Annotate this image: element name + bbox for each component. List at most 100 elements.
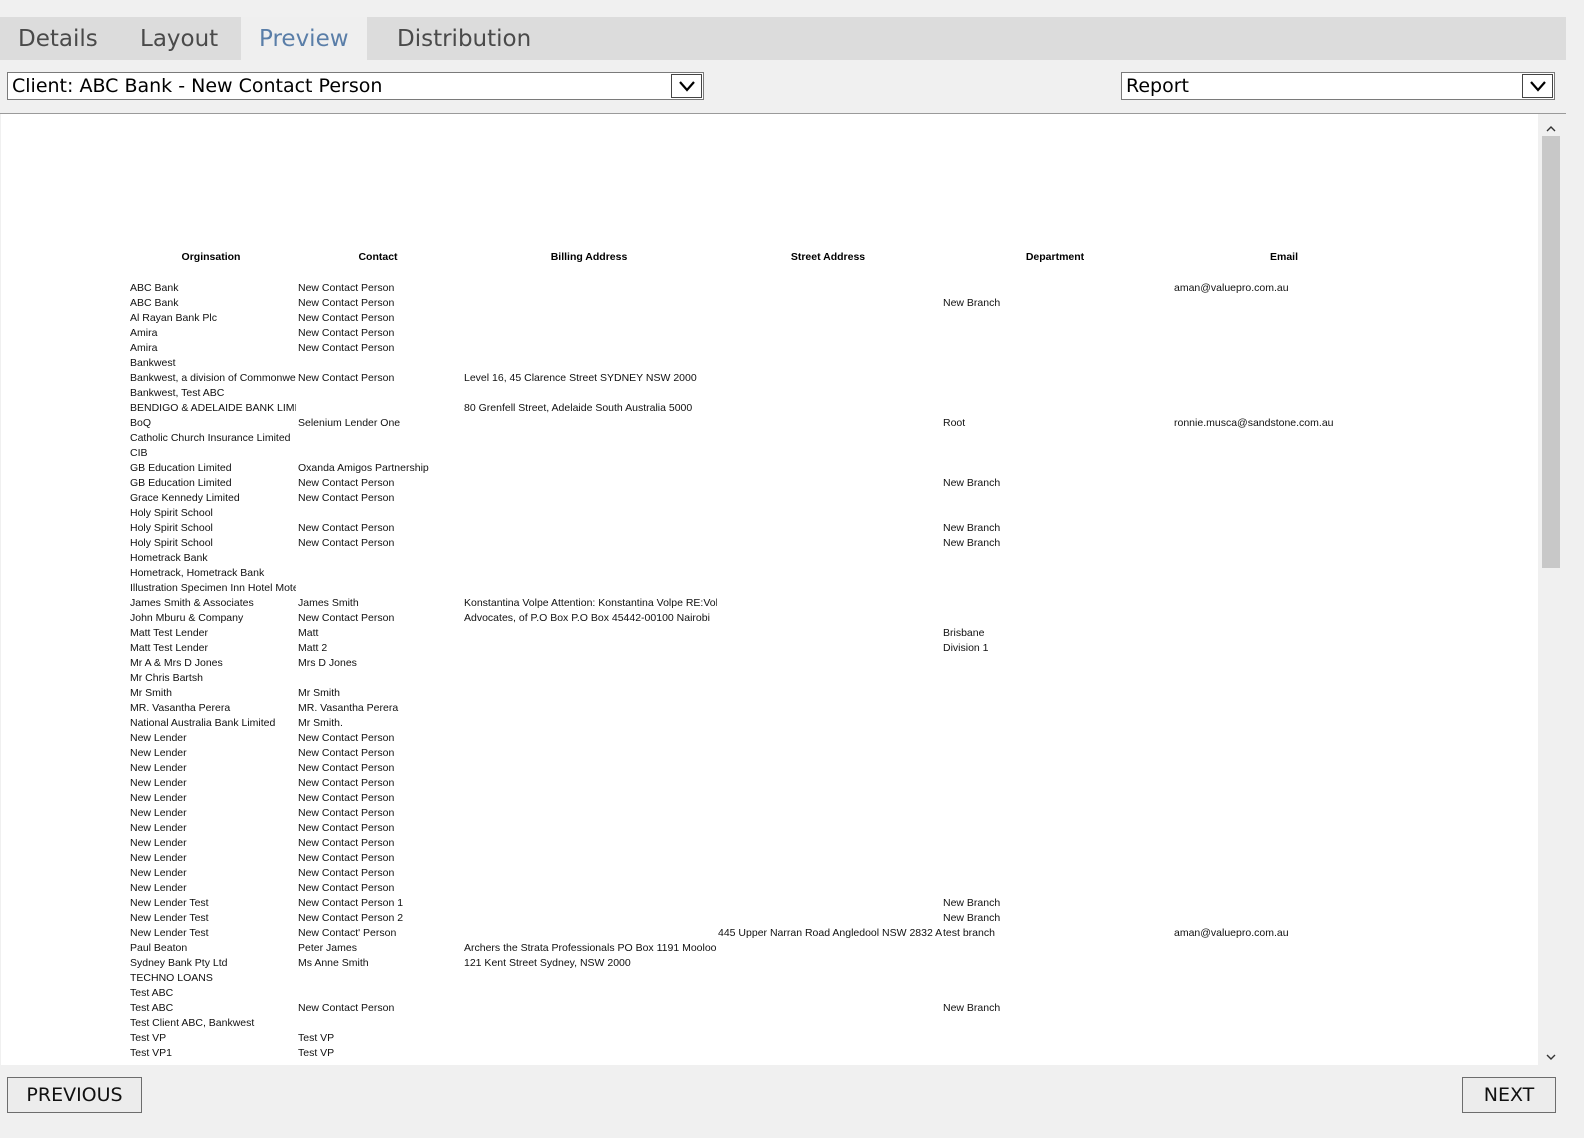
- cell-department: New Branch: [943, 1002, 1001, 1014]
- table-row: New Lender New Contact Person: [1, 776, 1538, 791]
- cell-contact: New Contact Person: [298, 612, 395, 624]
- cell-contact: New Contact Person: [298, 732, 395, 744]
- table-row: New Lender New Contact Person: [1, 851, 1538, 866]
- cell-contact: Mrs D Jones: [298, 657, 357, 669]
- cell-organisation: New Lender Test: [130, 897, 209, 909]
- cell-organisation: New Lender: [130, 867, 187, 879]
- cell-contact: New Contact Person: [298, 477, 395, 489]
- table-row: CIB: [1, 446, 1538, 461]
- table-row: Holy Spirit School: [1, 506, 1538, 521]
- cell-billing-address: 80 Grenfell Street, Adelaide South Austr…: [464, 402, 693, 414]
- cell-contact: New Contact Person 2: [298, 912, 404, 924]
- vertical-scrollbar[interactable]: [1540, 114, 1562, 1065]
- cell-organisation: Test VP: [130, 1032, 167, 1044]
- cell-contact: New Contact Person: [298, 522, 395, 534]
- header-billing-address: Billing Address: [550, 251, 628, 263]
- cell-contact: New Contact Person: [298, 297, 395, 309]
- cell-email: ronnie.musca@sandstone.com.au: [1174, 417, 1334, 429]
- cell-email: aman@valuepro.com.au: [1174, 282, 1289, 294]
- cell-organisation: GB Education Limited: [130, 477, 232, 489]
- table-row: New Lender Test New Contact Person 1 New B…: [1, 896, 1538, 911]
- cell-organisation: New Lender Test: [130, 912, 209, 924]
- table-row: Hometrack Bank: [1, 551, 1538, 566]
- table-row: Grace Kennedy Limited New Contact Person: [1, 491, 1538, 506]
- cell-organisation: New Lender: [130, 777, 187, 789]
- table-row: GB Education Limited New Contact Person Ne…: [1, 476, 1538, 491]
- cell-contact: New Contact Person: [298, 492, 395, 504]
- table-row: New Lender New Contact Person: [1, 821, 1538, 836]
- table-row: BoQ Selenium Lender One Root ronnie.musca@s…: [1, 416, 1538, 431]
- table-row: Mr A & Mrs D Jones Mrs D Jones: [1, 656, 1538, 671]
- cell-contact: New Contact Person: [298, 792, 395, 804]
- cell-contact: New Contact Person: [298, 777, 395, 789]
- report-select[interactable]: Report: [1121, 72, 1555, 100]
- table-row: New Lender New Contact Person: [1, 866, 1538, 881]
- cell-organisation: James Smith & Associates: [130, 597, 254, 609]
- table-row: New Lender New Contact Person: [1, 836, 1538, 851]
- cell-organisation: Hometrack, Hometrack Bank: [130, 567, 265, 579]
- table-row: Test VP1 Test VP: [1, 1046, 1538, 1061]
- tab-preview[interactable]: Preview: [241, 17, 367, 60]
- table-row: Amira New Contact Person: [1, 341, 1538, 356]
- table-row: Test Client ABC, Bankwest: [1, 1016, 1538, 1031]
- cell-department: New Branch: [943, 912, 1001, 924]
- cell-organisation: CIB: [130, 447, 148, 459]
- cell-organisation: Test Client ABC, Bankwest: [130, 1017, 255, 1029]
- chevron-down-icon[interactable]: [671, 74, 702, 98]
- cell-contact: New Contact Person: [298, 372, 395, 384]
- tab-details[interactable]: Details: [0, 17, 114, 60]
- tab-layout[interactable]: Layout: [122, 17, 240, 60]
- cell-billing-address: Advocates, of P.O Box P.O Box 45442-0010…: [464, 612, 710, 624]
- table-row: New Lender New Contact Person: [1, 746, 1538, 761]
- table-row: ABC Bank New Contact Person aman@valuepro.…: [1, 281, 1538, 296]
- header-organisation: Orginsation: [181, 251, 241, 263]
- cell-organisation: TECHNO LOANS: [130, 972, 213, 984]
- table-row: New Lender New Contact Person: [1, 806, 1538, 821]
- scrollbar-thumb[interactable]: [1542, 136, 1560, 568]
- cell-contact: Mr Smith: [298, 687, 340, 699]
- cell-organisation: New Lender: [130, 837, 187, 849]
- cell-department: Division 1: [943, 642, 989, 654]
- cell-organisation: New Lender: [130, 807, 187, 819]
- table-row: Mr Chris Bartsh: [1, 671, 1538, 686]
- table-row: Mr Smith Mr Smith: [1, 686, 1538, 701]
- cell-organisation: MR. Vasantha Perera: [130, 702, 231, 714]
- cell-organisation: BoQ: [130, 417, 152, 429]
- cell-department: New Branch: [943, 477, 1001, 489]
- previous-button[interactable]: PREVIOUS: [7, 1077, 142, 1113]
- table-row: New Lender New Contact Person: [1, 731, 1538, 746]
- cell-contact: New Contact Person: [298, 327, 395, 339]
- cell-contact: New Contact Person 1: [298, 897, 404, 909]
- cell-contact: Mr Smith.: [298, 717, 343, 729]
- report-preview[interactable]: Orginsation Contact Billing Address Stre…: [1, 114, 1538, 1065]
- tab-distribution[interactable]: Distribution: [379, 17, 539, 60]
- table-row: BENDIGO & ADELAIDE BANK LIMITED 80 Grenfe…: [1, 401, 1538, 416]
- table-row: ABC Bank New Contact Person New Branch: [1, 296, 1538, 311]
- table-row: New Lender New Contact Person: [1, 761, 1538, 776]
- cell-organisation: Illustration Specimen Inn Hotel Motel: [130, 582, 296, 594]
- cell-organisation: New Lender: [130, 792, 187, 804]
- cell-organisation: New Lender: [130, 762, 187, 774]
- table-row: New Lender New Contact Person: [1, 791, 1538, 806]
- scroll-down-icon[interactable]: [1544, 1048, 1558, 1060]
- cell-organisation: Bankwest: [130, 357, 176, 369]
- client-select[interactable]: Client: ABC Bank - New Contact Person: [7, 72, 704, 100]
- cell-department: New Branch: [943, 897, 1001, 909]
- cell-billing-address: Level 16, 45 Clarence Street SYDNEY NSW …: [464, 372, 697, 384]
- cell-department: test branch: [943, 927, 995, 939]
- table-row: John Mburu & Company New Contact Person Ad…: [1, 611, 1538, 626]
- scroll-up-icon[interactable]: [1544, 120, 1558, 132]
- cell-contact: Ms Anne Smith: [298, 957, 369, 969]
- cell-organisation: Test ABC: [130, 1002, 174, 1014]
- cell-organisation: Test VP1: [130, 1047, 173, 1059]
- cell-organisation: Matt Test Lender: [130, 642, 209, 654]
- cell-organisation: Catholic Church Insurance Limited: [130, 432, 291, 444]
- chevron-down-icon[interactable]: [1522, 74, 1553, 98]
- next-button[interactable]: NEXT: [1462, 1077, 1556, 1113]
- cell-organisation: New Lender Test: [130, 927, 209, 939]
- cell-department: New Branch: [943, 522, 1001, 534]
- cell-organisation: John Mburu & Company: [130, 612, 244, 624]
- table-row: Test VP Test VP: [1, 1031, 1538, 1046]
- cell-organisation: New Lender: [130, 732, 187, 744]
- table-row: Amira New Contact Person: [1, 326, 1538, 341]
